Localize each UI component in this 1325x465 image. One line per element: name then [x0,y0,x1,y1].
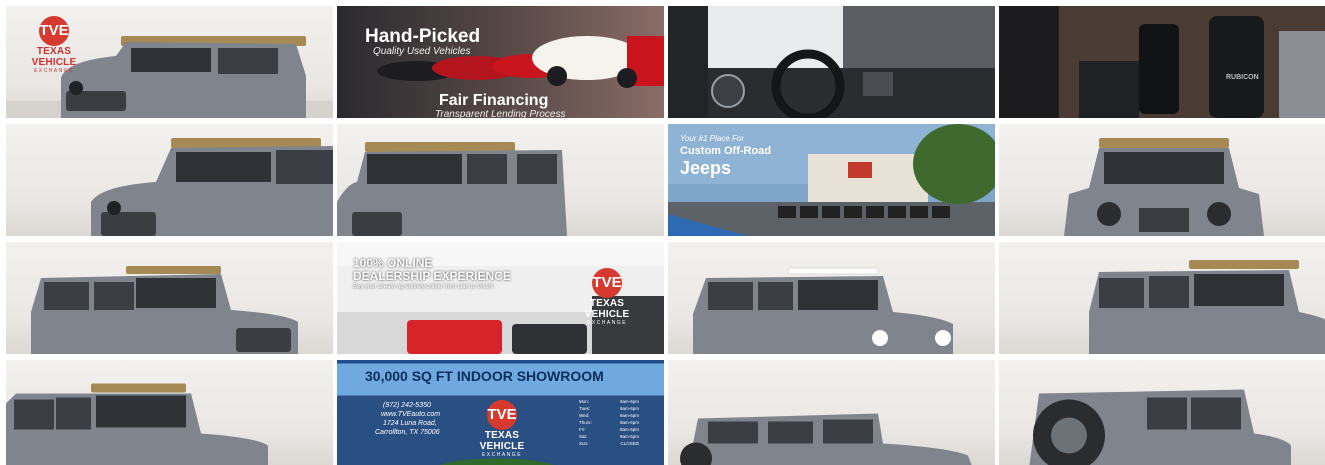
photo-jeep-front[interactable] [999,124,1325,236]
photo-interior-dash[interactable] [668,6,995,118]
jeep-image [31,266,298,354]
hours-row: Mon: 9am-6pm [579,398,639,405]
interior-dash-image [668,6,995,118]
photo-jeep-side-right[interactable] [999,242,1325,354]
brand-name: TEXAS VEHICLE [584,298,630,320]
hours-day: Fri: [579,427,586,432]
brand-name: TEXAS VEHICLE [31,46,77,68]
hours-time: 9am-5pm [619,434,639,439]
photo-jeep-side-profile[interactable] [668,360,995,465]
hours-time: 9am-6pm [619,406,639,411]
hours-row: Thurs: 9am-6pm [579,419,639,426]
jeep-image [337,142,567,236]
showroom-phone: (972) 242-5350 [383,402,431,409]
hours-day: Wed: [579,413,590,418]
promo-line-3: Buy your dream rig entirely online from … [353,284,494,290]
photo-jeep-side-right-2[interactable] [6,360,333,465]
rubicon-badge: RUBICON [1226,74,1259,81]
hours-row: Sat: 9am-5pm [579,433,639,440]
photo-gallery: TVE TEXAS VEHICLE EXCHANGE Hand-Picked Q… [0,0,1325,465]
promo-line-1: 100% ONLINE [353,256,433,270]
promo-title-2: Fair Financing [439,92,549,109]
photo-interior-seats[interactable]: RUBICON [999,6,1325,118]
photo-jeep-front-left-logo[interactable]: TVE TEXAS VEHICLE EXCHANGE [6,6,333,118]
brand-logo-mark-icon: TVE [39,16,69,46]
brand-logo: TVE TEXAS VEHICLE EXCHANGE [462,400,542,458]
brand-name: TEXAS VEHICLE [479,430,525,452]
hours-day: Mon: [579,399,590,404]
hours-row: Tues: 9am-6pm [579,405,639,412]
jeep-image [693,267,953,354]
brand-logo-mark-icon: TVE [592,268,622,298]
photo-jeep-lights-on[interactable] [668,242,995,354]
hours-time: 9am-6pm [619,399,639,404]
photo-jeep-front-left-2[interactable] [337,124,664,236]
photo-jeep-front-left-1[interactable] [6,124,333,236]
hours-time: CLOSED [620,441,639,446]
photo-jeep-rear[interactable] [999,360,1325,465]
brand-logo: TVE TEXAS VEHICLE EXCHANGE [14,16,94,74]
promo-subtitle-2: Transparent Lending Process [435,109,566,118]
jeep-image [1064,138,1264,236]
brand-sub: EXCHANGE [586,320,628,326]
hours-row: Fri: 9am-6pm [579,426,639,433]
promo-showroom[interactable]: 30,000 SQ FT INDOOR SHOWROOM (972) 242-5… [337,360,664,465]
promo-line-2: Custom Off-Road [680,145,772,157]
hours-time: 9am-6pm [619,413,639,418]
brand-logo-mark-icon: TVE [487,400,517,430]
hours-time: 9am-6pm [619,427,639,432]
promo-line-1: Your #1 Place For [680,134,745,143]
hours-row: Sun: CLOSED [579,440,639,447]
brand-sub: EXCHANGE [33,68,75,74]
interior-seats-image [999,6,1325,118]
promo-handpicked[interactable]: Hand-Picked Quality Used Vehicles Fair F… [337,6,664,118]
jeep-image [680,413,972,465]
promo-line-2: DEALERSHIP EXPERIENCE [353,269,511,283]
promo-jeeps[interactable]: Your #1 Place For Custom Off-Road Jeeps [668,124,995,236]
showroom-headline: 30,000 SQ FT INDOOR SHOWROOM [365,368,604,384]
hours-row: Wed: 9am-6pm [579,412,639,419]
showroom-city: Carrollton, TX 75006 [375,429,440,436]
jeep-image [1029,389,1291,465]
brand-sub: EXCHANGE [481,452,523,458]
hours-day: Sun: [579,441,589,446]
showroom-street: 1724 Luna Road, [383,420,437,427]
hours-day: Thurs: [579,420,592,425]
photo-jeep-front-right[interactable] [6,242,333,354]
promo-title: Hand-Picked [365,26,481,47]
hours-time: 9am-6pm [619,420,639,425]
brand-logo: TVE TEXAS VEHICLE EXCHANGE [567,268,647,326]
hours-day: Tues: [579,406,591,411]
showroom-website: www.TVEauto.com [381,411,441,418]
promo-subtitle: Quality Used Vehicles [373,46,471,57]
showroom-hours: Mon: 9am-6pm Tues: 9am-6pm Wed: 9am-6pm Thu… [579,398,639,447]
promo-online[interactable]: 100% ONLINE DEALERSHIP EXPERIENCE Buy yo… [337,242,664,354]
jeep-image [6,383,268,465]
jeep-image [1089,260,1325,354]
jeep-image [91,138,333,236]
promo-line-3: Jeeps [680,158,732,178]
hours-day: Sat: [579,434,588,439]
